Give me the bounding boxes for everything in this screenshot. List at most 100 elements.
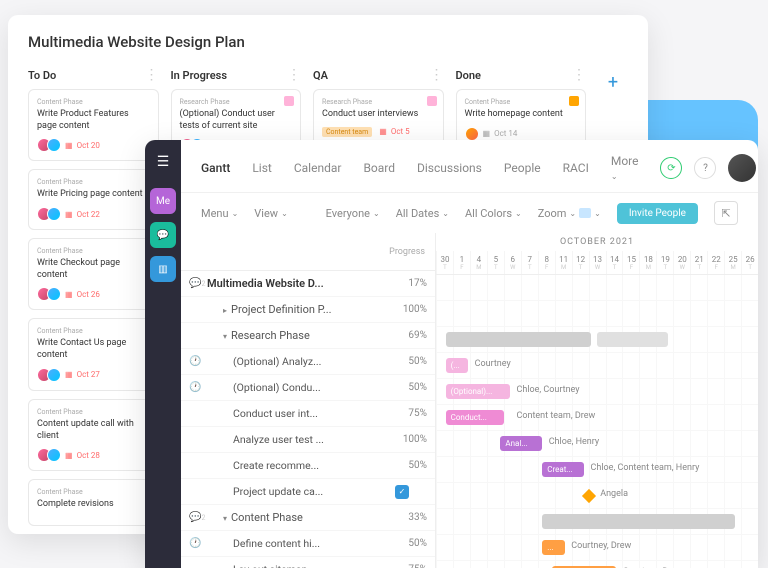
tab-more[interactable]: More ⌄ bbox=[611, 154, 639, 182]
day-column: 20W bbox=[673, 251, 690, 274]
tab-board[interactable]: Board bbox=[363, 161, 395, 175]
col-menu-icon[interactable]: ⋮ bbox=[145, 67, 159, 83]
status-square bbox=[284, 96, 294, 106]
kanban-card[interactable]: Content PhaseComplete revisions bbox=[28, 479, 159, 526]
day-column: 14T bbox=[606, 251, 623, 274]
sidebar-charts-button[interactable]: ▥ bbox=[150, 256, 176, 282]
gantt-row[interactable]: ▸Project Definition P...100% bbox=[181, 297, 435, 323]
gantt-toolbar: Menu ⌄ View ⌄ Everyone ⌄ All Dates ⌄ All… bbox=[145, 193, 758, 233]
dates-filter[interactable]: All Dates ⌄ bbox=[396, 207, 449, 220]
menu-dropdown[interactable]: Menu ⌄ bbox=[201, 207, 238, 220]
app-logo-icon[interactable]: ☰ bbox=[157, 154, 170, 170]
invite-people-button[interactable]: Invite People bbox=[617, 203, 698, 224]
checkbox-checked-icon[interactable]: ✓ bbox=[395, 485, 409, 499]
month-label: OCTOBER 2021 bbox=[436, 233, 758, 251]
col-menu-icon[interactable]: ⋮ bbox=[572, 67, 586, 83]
day-column: 4M bbox=[470, 251, 487, 274]
gantt-bar[interactable] bbox=[446, 332, 591, 347]
gantt-timeline[interactable]: OCTOBER 2021 30T1F4M5T6W7T8F11M12T13W14T… bbox=[436, 233, 758, 568]
timeline-days: 30T1F4M5T6W7T8F11M12T13W14T15F18M19T20W2… bbox=[436, 251, 758, 275]
gantt-bar[interactable]: Conduct... bbox=[446, 410, 504, 425]
clock-icon: 🕐 bbox=[189, 382, 207, 393]
gantt-row[interactable]: ▾Research Phase69% bbox=[181, 323, 435, 349]
kanban-card[interactable]: Research PhaseConduct user interviewsCon… bbox=[313, 89, 444, 146]
gantt-panel: Gantt List Calendar Board Discussions Pe… bbox=[145, 140, 758, 568]
day-column: 26T bbox=[741, 251, 758, 274]
tab-raci[interactable]: RACI bbox=[563, 161, 589, 175]
day-column: 15F bbox=[622, 251, 639, 274]
tab-gantt[interactable]: Gantt bbox=[201, 161, 230, 175]
day-column: 13W bbox=[589, 251, 606, 274]
sidebar-me-button[interactable]: Me bbox=[150, 188, 176, 214]
comment-icon: 💬2 bbox=[189, 278, 207, 289]
gantt-row[interactable]: Analyze user test ...100% bbox=[181, 427, 435, 453]
tab-discussions[interactable]: Discussions bbox=[417, 161, 482, 175]
avatars bbox=[37, 138, 61, 152]
day-column: 5T bbox=[487, 251, 504, 274]
kanban-card[interactable]: Content PhaseWrite Checkout page content… bbox=[28, 238, 159, 310]
colors-filter[interactable]: All Colors ⌄ bbox=[465, 207, 522, 220]
caret-down-icon: ▾ bbox=[223, 514, 227, 523]
gantt-row[interactable]: 🕐(Optional) Condu...50% bbox=[181, 375, 435, 401]
help-icon[interactable]: ? bbox=[694, 157, 716, 179]
gantt-row[interactable]: Conduct user int...75% bbox=[181, 401, 435, 427]
gantt-row[interactable]: 🕐(Optional) Analyz...50% bbox=[181, 349, 435, 375]
gantt-bar[interactable]: ... bbox=[542, 540, 565, 555]
calendar-icon: ▦ bbox=[65, 141, 73, 150]
gantt-row[interactable]: 🕐Define content hi...50% bbox=[181, 531, 435, 557]
view-dropdown[interactable]: View ⌄ bbox=[254, 207, 287, 220]
everyone-filter[interactable]: Everyone ⌄ bbox=[326, 207, 380, 220]
day-column: 21T bbox=[690, 251, 707, 274]
day-column: 7T bbox=[521, 251, 538, 274]
kanban-title: Multimedia Website Design Plan bbox=[28, 33, 628, 51]
clock-icon: 🕐 bbox=[189, 356, 207, 367]
activity-icon[interactable]: ⟳ bbox=[660, 157, 682, 179]
gantt-row[interactable]: Project update ca...✓ bbox=[181, 479, 435, 505]
col-name: To Do bbox=[28, 69, 56, 82]
add-column-button[interactable]: + bbox=[598, 67, 628, 97]
day-column: 30T bbox=[436, 251, 453, 274]
caret-right-icon: ▸ bbox=[223, 306, 227, 315]
day-column: 25M bbox=[724, 251, 741, 274]
col-menu-icon[interactable]: ⋮ bbox=[430, 67, 444, 83]
gantt-bar[interactable] bbox=[542, 514, 735, 529]
gantt-bar[interactable]: Anal... bbox=[500, 436, 542, 451]
day-column: 19T bbox=[656, 251, 673, 274]
col-menu-icon[interactable]: ⋮ bbox=[287, 67, 301, 83]
zoom-control[interactable]: Zoom ⌄ ⌄ bbox=[538, 207, 601, 220]
gantt-bar[interactable]: (Optional)... bbox=[446, 384, 510, 399]
kanban-card[interactable]: Content PhaseWrite Pricing page content▦… bbox=[28, 169, 159, 230]
progress-header: Progress bbox=[389, 247, 425, 257]
caret-down-icon: ▾ bbox=[223, 332, 227, 341]
comment-icon: 💬2 bbox=[189, 512, 207, 523]
kanban-card[interactable]: Content PhaseContent update call with cl… bbox=[28, 399, 159, 471]
gantt-task-list: Progress 💬2Multimedia Website D...17% ▸P… bbox=[181, 233, 436, 568]
day-column: 1F bbox=[453, 251, 470, 274]
day-column: 11M bbox=[555, 251, 572, 274]
export-icon[interactable]: ⇱ bbox=[714, 201, 738, 225]
day-column: 12T bbox=[572, 251, 589, 274]
kanban-card[interactable]: Content PhaseWrite Contact Us page conte… bbox=[28, 318, 159, 390]
clock-icon: 🕐 bbox=[189, 538, 207, 549]
sidebar-chat-button[interactable]: 💬 bbox=[150, 222, 176, 248]
gantt-bar[interactable]: Creat... bbox=[542, 462, 584, 477]
view-tabs: Gantt List Calendar Board Discussions Pe… bbox=[145, 140, 758, 193]
gantt-row[interactable]: Create recomme...50% bbox=[181, 453, 435, 479]
status-square bbox=[569, 96, 579, 106]
user-avatar[interactable] bbox=[728, 154, 756, 182]
tab-list[interactable]: List bbox=[252, 161, 272, 175]
day-column: 8F bbox=[538, 251, 555, 274]
chevron-down-icon: ⌄ bbox=[611, 172, 618, 181]
gantt-row[interactable]: Lay out sitemap75% bbox=[181, 557, 435, 568]
gantt-bar[interactable]: (... bbox=[446, 358, 469, 373]
tab-calendar[interactable]: Calendar bbox=[294, 161, 342, 175]
gantt-row[interactable]: 💬2▾Content Phase33% bbox=[181, 505, 435, 531]
gantt-row[interactable]: 💬2Multimedia Website D...17% bbox=[181, 271, 435, 297]
kanban-card[interactable]: Content PhaseWrite Product Features page… bbox=[28, 89, 159, 161]
day-column: 22F bbox=[707, 251, 724, 274]
app-sidebar: ☰ Me 💬 ▥ bbox=[145, 140, 181, 568]
milestone-diamond-icon[interactable] bbox=[582, 489, 596, 503]
kanban-col-todo: To Do ⋮ Content PhaseWrite Product Featur… bbox=[28, 67, 159, 534]
tab-people[interactable]: People bbox=[504, 161, 541, 175]
gantt-bar[interactable] bbox=[597, 332, 668, 347]
